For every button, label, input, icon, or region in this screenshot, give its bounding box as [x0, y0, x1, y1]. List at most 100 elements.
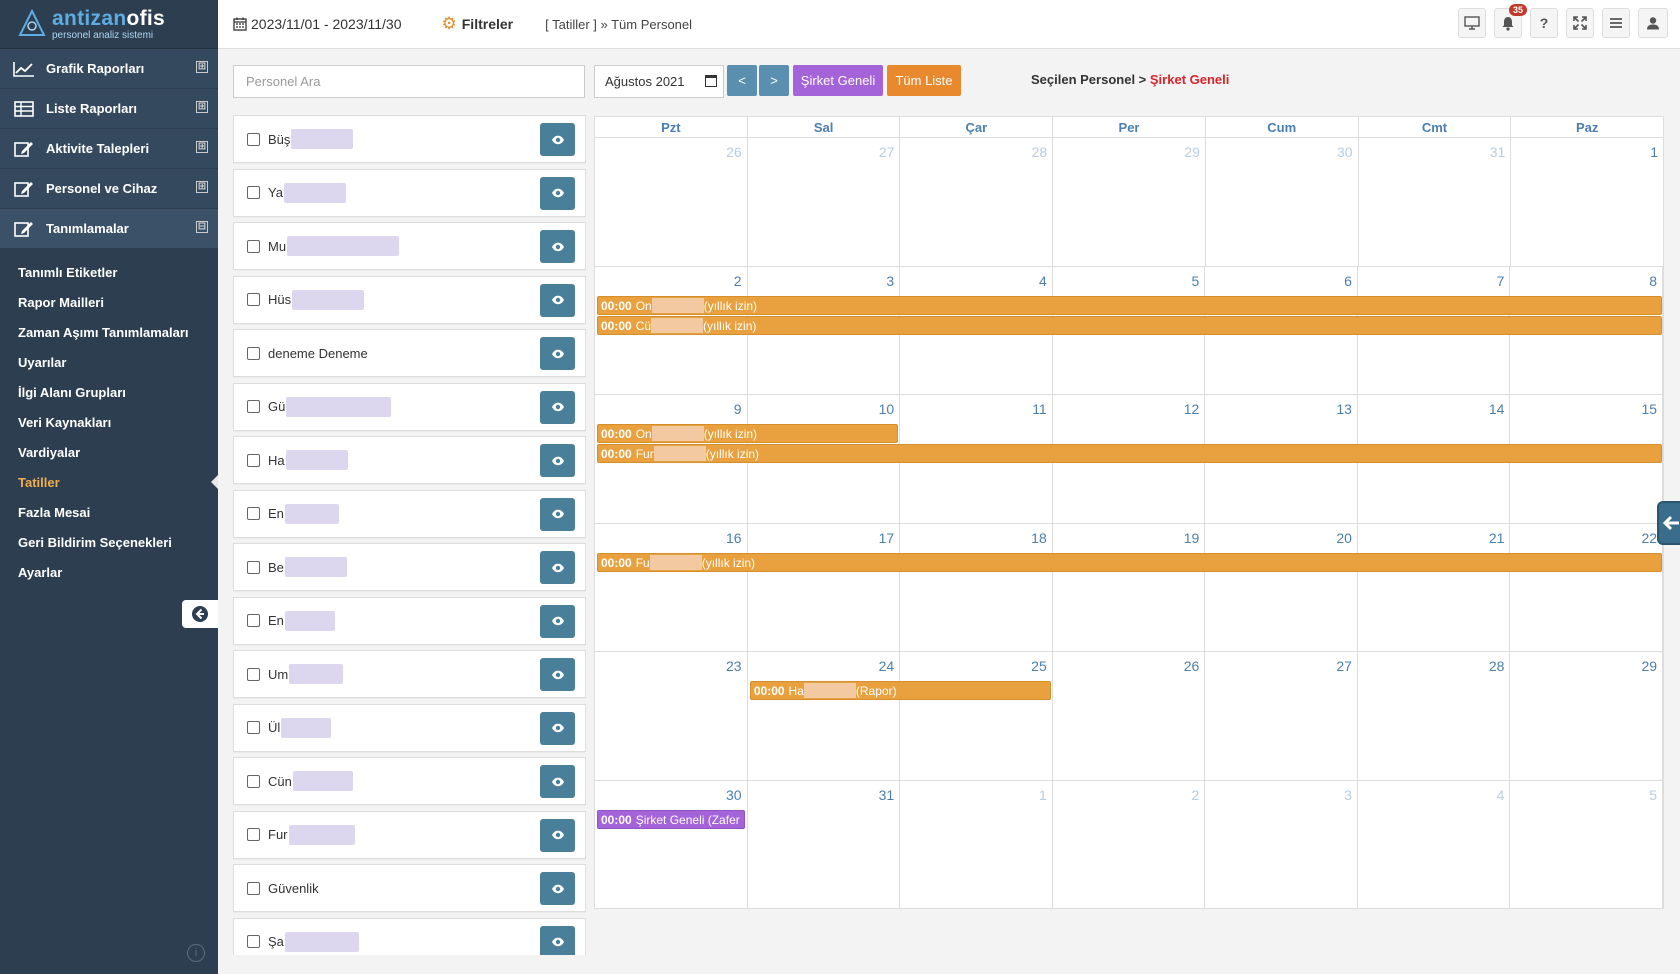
calendar-day[interactable]: 27: [748, 138, 901, 266]
person-checkbox[interactable]: [247, 132, 260, 146]
view-button[interactable]: [540, 658, 575, 691]
person-row[interactable]: Ül: [233, 703, 586, 752]
calendar-event[interactable]: 00:00 Ha (Rapor): [749, 681, 1051, 700]
calendar-day[interactable]: 22: [1510, 523, 1664, 651]
person-checkbox[interactable]: [247, 881, 260, 895]
person-row[interactable]: Ha: [233, 436, 586, 484]
person-checkbox[interactable]: [247, 667, 260, 681]
notifications-button[interactable]: 35: [1494, 4, 1527, 38]
sub-fazla-mesai[interactable]: Fazla Mesai: [0, 497, 218, 527]
calendar-day[interactable]: 28: [900, 138, 1054, 266]
collapse-icon[interactable]: ⊟: [196, 221, 208, 233]
menu-personel-ve-cihaz[interactable]: Personel ve Cihaz ⊞: [0, 169, 218, 209]
calendar-day[interactable]: 30: [1206, 138, 1359, 266]
calendar-day[interactable]: 29: [1053, 138, 1206, 266]
calendar-event[interactable]: 00:00 On (yıllık izin): [597, 295, 1662, 315]
info-icon[interactable]: i: [187, 944, 205, 962]
month-picker[interactable]: Ağustos 2021: [594, 65, 724, 98]
sub-ayarlar[interactable]: Ayarlar: [0, 557, 218, 587]
monitor-button[interactable]: [1458, 8, 1486, 38]
person-checkbox[interactable]: [247, 186, 260, 199]
sub-ilgi-alani[interactable]: İlgi Alanı Grupları: [0, 377, 218, 407]
person-checkbox[interactable]: [247, 239, 260, 253]
calendar-day[interactable]: 30: [595, 780, 748, 909]
calendar-day[interactable]: 5: [1510, 780, 1664, 909]
calendar-day[interactable]: 25: [900, 652, 1053, 780]
sub-zaman-asimi[interactable]: Zaman Aşımı Tanımlamaları: [0, 317, 218, 347]
calendar-day[interactable]: 26: [595, 138, 748, 266]
view-button[interactable]: [540, 283, 575, 317]
calendar-day[interactable]: 3: [1205, 780, 1358, 909]
menu-aktivite-talepleri[interactable]: Aktivite Talepleri ⊞: [0, 129, 218, 169]
calendar-day[interactable]: 4: [1358, 780, 1511, 909]
person-checkbox[interactable]: [247, 614, 260, 627]
person-row[interactable]: Şa: [233, 917, 586, 955]
menu-tanimlamalar[interactable]: Tanımlamalar ⊟: [0, 209, 218, 249]
user-button[interactable]: [1638, 8, 1668, 38]
calendar-day[interactable]: 17: [748, 523, 901, 651]
view-button[interactable]: [540, 711, 575, 745]
person-checkbox[interactable]: [247, 346, 260, 360]
calendar-day[interactable]: 20: [1205, 523, 1358, 651]
sub-tanimli-etiketler[interactable]: Tanımlı Etiketler: [0, 257, 218, 287]
calendar-day[interactable]: 18: [900, 523, 1053, 651]
prev-month-button[interactable]: <: [727, 65, 757, 96]
calendar-day[interactable]: 27: [1205, 652, 1358, 780]
view-button[interactable]: [540, 337, 575, 370]
person-row[interactable]: Güvenlik: [233, 864, 586, 912]
calendar-day[interactable]: 21: [1358, 523, 1511, 651]
view-button[interactable]: [540, 176, 575, 210]
calendar-day[interactable]: 31: [1359, 138, 1512, 266]
person-row[interactable]: Hüs: [233, 275, 586, 324]
person-checkbox[interactable]: [247, 293, 260, 306]
calendar-event[interactable]: 00:00 On (yıllık izin): [597, 424, 898, 443]
person-search-input[interactable]: [233, 65, 585, 98]
calendar-event[interactable]: 00:00 Şirket Geneli (Zafer: [597, 809, 745, 829]
expand-icon[interactable]: ⊞: [196, 141, 208, 153]
view-button[interactable]: [540, 604, 575, 638]
view-button[interactable]: [540, 551, 575, 584]
calendar-day[interactable]: 2: [1053, 780, 1206, 909]
person-row[interactable]: Be: [233, 543, 586, 591]
expand-icon[interactable]: ⊞: [196, 61, 208, 73]
next-month-button[interactable]: >: [759, 65, 789, 96]
date-range[interactable]: 2023/11/01 - 2023/11/30: [233, 16, 402, 32]
person-checkbox[interactable]: [247, 507, 260, 520]
person-checkbox[interactable]: [247, 935, 260, 948]
person-row[interactable]: Fur: [233, 810, 586, 859]
fullscreen-button[interactable]: [1566, 8, 1594, 38]
calendar-day[interactable]: 1: [900, 780, 1053, 909]
all-list-button[interactable]: Tüm Liste: [887, 65, 961, 96]
view-button[interactable]: [540, 818, 575, 852]
person-checkbox[interactable]: [247, 721, 260, 734]
calendar-day[interactable]: 19: [1053, 523, 1206, 651]
person-row[interactable]: En: [233, 596, 586, 645]
menu-button[interactable]: [1602, 8, 1630, 38]
person-row[interactable]: Büş: [233, 115, 586, 163]
sub-rapor-mailleri[interactable]: Rapor Mailleri: [0, 287, 218, 317]
calendar-event[interactable]: 00:00 Fur (yıllık izin): [597, 444, 1662, 463]
sub-veri-kaynaklari[interactable]: Veri Kaynakları: [0, 407, 218, 437]
logo[interactable]: antizanofis personel analiz sistemi: [0, 0, 218, 49]
sub-vardiyalar[interactable]: Vardiyalar: [0, 437, 218, 467]
person-checkbox[interactable]: [247, 828, 260, 841]
view-button[interactable]: [540, 230, 575, 263]
calendar-picker-icon[interactable]: [705, 75, 717, 87]
calendar-day[interactable]: 24: [748, 652, 901, 780]
person-checkbox[interactable]: [247, 400, 260, 413]
menu-liste-raporlari[interactable]: Liste Raporları ⊞: [0, 89, 218, 129]
view-button[interactable]: [540, 925, 575, 955]
view-button[interactable]: [540, 390, 575, 424]
view-button[interactable]: [540, 123, 575, 156]
calendar-day[interactable]: 23: [595, 652, 748, 780]
calendar-day[interactable]: 28: [1358, 652, 1511, 780]
person-row[interactable]: Mu: [233, 222, 586, 270]
person-row[interactable]: Um: [233, 650, 586, 698]
person-checkbox[interactable]: [247, 560, 260, 574]
sub-uyarilar[interactable]: Uyarılar: [0, 347, 218, 377]
person-checkbox[interactable]: [247, 453, 260, 467]
person-row[interactable]: Gü: [233, 382, 586, 431]
view-button[interactable]: [540, 444, 575, 477]
sub-tatiller[interactable]: Tatiller: [0, 467, 218, 497]
person-row[interactable]: Ya: [233, 168, 586, 217]
